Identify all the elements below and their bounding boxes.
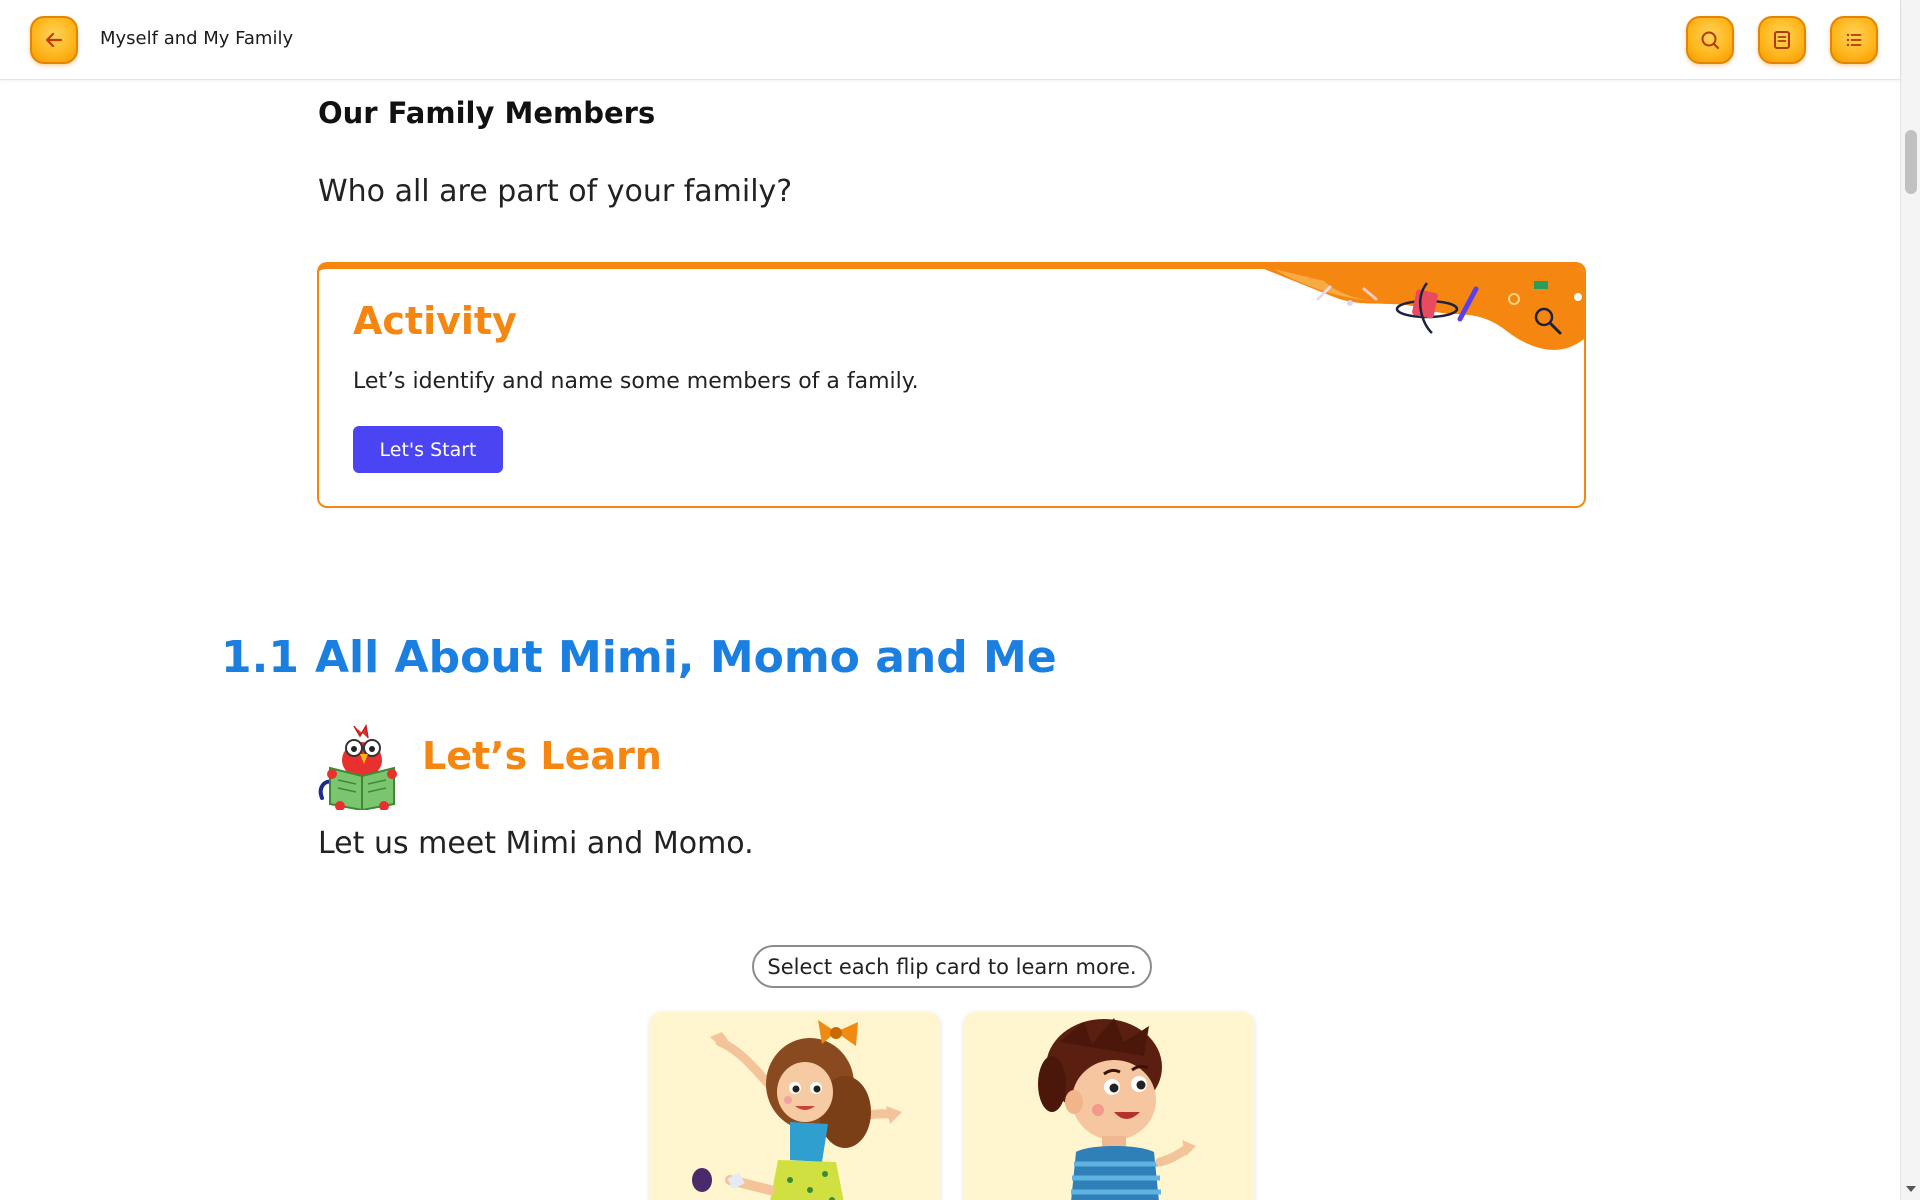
subsection-number: 1.1 (221, 632, 299, 683)
lets-start-button[interactable]: Let's Start (353, 426, 503, 473)
scrollbar-thumb[interactable] (1905, 130, 1917, 194)
flip-card-hint: Select each flip card to learn more. (752, 945, 1152, 988)
section-heading: Our Family Members (318, 96, 656, 130)
notes-button[interactable] (1758, 16, 1806, 64)
boy-character-icon (1038, 1018, 1196, 1200)
notes-icon (1774, 31, 1790, 49)
search-icon (1701, 31, 1720, 50)
app-title: Myself and My Family (100, 28, 294, 49)
arrow-left-icon (45, 32, 63, 48)
back-button[interactable] (30, 16, 78, 64)
activity-card: Activity Let’s identify and name some me… (317, 262, 1586, 508)
menu-button[interactable] (1830, 16, 1878, 64)
family-question: Who all are part of your family? (318, 174, 793, 209)
subsection-title: All About Mimi, Momo and Me (315, 632, 1057, 683)
flip-card-momo[interactable] (964, 1012, 1254, 1200)
lets-learn-title: Let’s Learn (422, 734, 662, 778)
search-button[interactable] (1686, 16, 1734, 64)
activity-title: Activity (353, 299, 517, 343)
activity-decoration-icon (1264, 269, 1584, 350)
list-menu-icon (1846, 33, 1862, 47)
flip-card-mimi[interactable] (650, 1012, 940, 1200)
top-bar: Myself and My Family (0, 0, 1900, 80)
scroll-down-arrow-icon[interactable] (1906, 1186, 1916, 1192)
page-scrollbar[interactable] (1900, 0, 1920, 1200)
activity-description: Let’s identify and name some members of … (353, 369, 919, 394)
girl-character-icon (692, 1020, 902, 1200)
parrot-reading-mascot-icon (318, 723, 397, 810)
lets-learn-description: Let us meet Mimi and Momo. (318, 826, 754, 861)
